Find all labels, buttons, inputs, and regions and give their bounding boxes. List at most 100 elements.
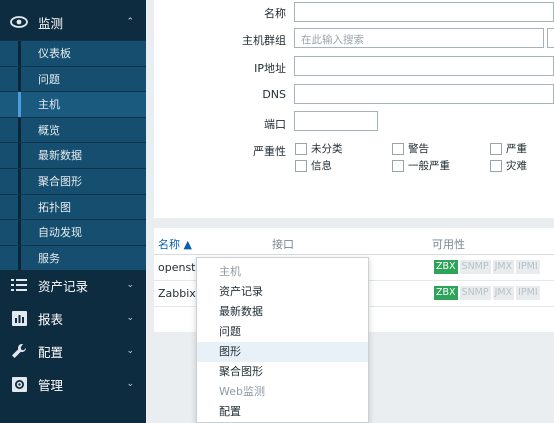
dns-field[interactable] — [294, 84, 554, 104]
item-indicator — [18, 245, 21, 271]
sidebar-section-label: 管理 — [38, 377, 64, 393]
hostgroup-search-input[interactable]: 在此输入搜索 — [294, 28, 544, 48]
sidebar-item-label: 最新数据 — [38, 149, 82, 163]
chevron-down-icon: ⌄ — [126, 280, 134, 290]
severity-disaster-checkbox[interactable]: 灾难 — [490, 158, 527, 173]
sidebar-item-label: 问题 — [38, 72, 60, 86]
availability-badges: ZBX SNMP JMX IPMI — [434, 286, 540, 300]
sidebar-item-discovery[interactable]: 自动发现 — [0, 219, 146, 245]
checkbox-box — [295, 142, 307, 155]
sidebar-item-label: 聚合图形 — [38, 174, 82, 188]
sidebar-item-label: 拓扑图 — [38, 200, 71, 214]
checkbox-label: 未分类 — [311, 143, 343, 155]
chevron-down-icon: ⌄ — [126, 379, 134, 389]
checkbox-box — [392, 142, 404, 155]
sidebar-section-label: 配置 — [38, 344, 64, 360]
menu-item-inventory[interactable]: 资产记录 — [197, 282, 368, 302]
sidebar-item-overview[interactable]: 概览 — [0, 116, 146, 143]
sidebar: 监测 ⌃ 仪表板 问题 主机 概览 最新数据 聚合图形 拓扑图 自动发现 服务 … — [0, 0, 146, 423]
menu-item-problems[interactable]: 问题 — [197, 322, 368, 342]
ipmi-badge: IPMI — [516, 286, 540, 300]
checkbox-box — [295, 159, 307, 172]
checkbox-label: 警告 — [408, 143, 429, 155]
sidebar-section-monitoring[interactable]: 监测 ⌃ — [0, 5, 146, 39]
port-label: 端口 — [264, 118, 286, 131]
name-label: 名称 — [264, 7, 286, 20]
item-indicator — [18, 220, 21, 245]
checkbox-box — [490, 159, 502, 172]
checkbox-box — [392, 159, 404, 172]
item-indicator — [18, 41, 21, 66]
column-header-interface: 接口 — [272, 238, 294, 251]
severity-warning-checkbox[interactable]: 警告 — [392, 141, 429, 156]
sidebar-section-label: 报表 — [38, 311, 64, 327]
sidebar-section-label: 监测 — [38, 15, 64, 31]
sidebar-item-services[interactable]: 服务 — [0, 244, 146, 271]
sidebar-item-screens[interactable]: 聚合图形 — [0, 167, 146, 194]
severity-high-checkbox[interactable]: 严重 — [490, 141, 527, 156]
host-context-menu: 主机 资产记录 最新数据 问题 图形 聚合图形 Web监测 配置 — [196, 257, 369, 423]
sidebar-section-inventory[interactable]: 资产记录 ⌄ — [0, 268, 146, 302]
item-indicator — [18, 117, 21, 143]
menu-item-latest-data[interactable]: 最新数据 — [197, 302, 368, 322]
zbx-badge: ZBX — [434, 286, 458, 300]
ipmi-badge: IPMI — [516, 260, 540, 274]
gear-icon — [10, 375, 28, 393]
chevron-up-icon: ⌃ — [126, 17, 134, 27]
hostgroup-select-button[interactable] — [547, 28, 554, 48]
sidebar-item-label: 自动发现 — [38, 226, 82, 240]
sidebar-item-problems[interactable]: 问题 — [0, 65, 146, 92]
snmp-badge: SNMP — [459, 286, 491, 300]
jmx-badge: JMX — [492, 286, 515, 300]
checkbox-label: 严重 — [506, 143, 527, 155]
severity-average-checkbox[interactable]: 一般严重 — [392, 158, 450, 173]
name-field[interactable] — [294, 2, 554, 22]
chevron-down-icon: ⌄ — [126, 313, 134, 323]
sidebar-item-maps[interactable]: 拓扑图 — [0, 193, 146, 220]
sidebar-item-label: 主机 — [38, 98, 60, 112]
sidebar-section-configuration[interactable]: 配置 ⌄ — [0, 334, 146, 368]
sidebar-section-label: 资产记录 — [38, 278, 89, 294]
menu-item-configuration[interactable]: 配置 — [197, 402, 368, 422]
availability-badges: ZBX SNMP JMX IPMI — [434, 260, 540, 274]
menu-header-web: Web监测 — [219, 385, 265, 398]
checkbox-label: 灾难 — [506, 160, 527, 172]
host-filter-form: 名称 主机群组 在此输入搜索 IP地址 DNS 端口 严重性 未分类 警告 严重… — [154, 0, 554, 218]
severity-not-classified-checkbox[interactable]: 未分类 — [295, 141, 343, 156]
column-header-availability: 可用性 — [432, 238, 465, 251]
menu-item-graphs[interactable]: 图形 — [197, 342, 368, 362]
item-indicator — [18, 66, 21, 92]
severity-information-checkbox[interactable]: 信息 — [295, 158, 332, 173]
item-indicator — [18, 143, 21, 168]
item-indicator — [18, 194, 21, 220]
snmp-badge: SNMP — [459, 260, 491, 274]
checkbox-box — [490, 142, 502, 155]
checkbox-label: 信息 — [311, 160, 332, 172]
list-icon — [10, 276, 28, 294]
monitoring-submenu: 仪表板 问题 主机 概览 最新数据 聚合图形 拓扑图 自动发现 服务 — [0, 40, 146, 271]
sidebar-item-latest-data[interactable]: 最新数据 — [0, 142, 146, 168]
zbx-badge: ZBX — [434, 260, 458, 274]
port-field[interactable] — [294, 111, 378, 131]
sidebar-item-label: 仪表板 — [38, 47, 71, 60]
sidebar-item-hosts[interactable]: 主机 — [0, 91, 146, 117]
sidebar-section-administration[interactable]: 管理 ⌄ — [0, 367, 146, 401]
chevron-down-icon: ⌄ — [126, 346, 134, 356]
menu-item-screens[interactable]: 聚合图形 — [197, 362, 368, 382]
column-header-name[interactable]: 名称 ▲ — [158, 236, 192, 252]
sidebar-item-label: 概览 — [38, 123, 60, 137]
sidebar-item-dashboard[interactable]: 仪表板 — [0, 40, 146, 66]
ip-label: IP地址 — [254, 62, 286, 75]
eye-icon — [10, 13, 28, 31]
menu-header-host: 主机 — [219, 265, 241, 278]
active-indicator — [18, 92, 21, 117]
checkbox-label: 一般严重 — [408, 160, 450, 172]
sidebar-section-reports[interactable]: 报表 ⌄ — [0, 301, 146, 335]
item-indicator — [18, 168, 21, 194]
dns-label: DNS — [262, 88, 286, 101]
hostgroup-label: 主机群组 — [242, 34, 286, 47]
ip-field[interactable] — [294, 56, 554, 76]
severity-label: 严重性 — [253, 145, 286, 158]
bar-chart-icon — [10, 309, 28, 327]
wrench-icon — [10, 342, 28, 360]
